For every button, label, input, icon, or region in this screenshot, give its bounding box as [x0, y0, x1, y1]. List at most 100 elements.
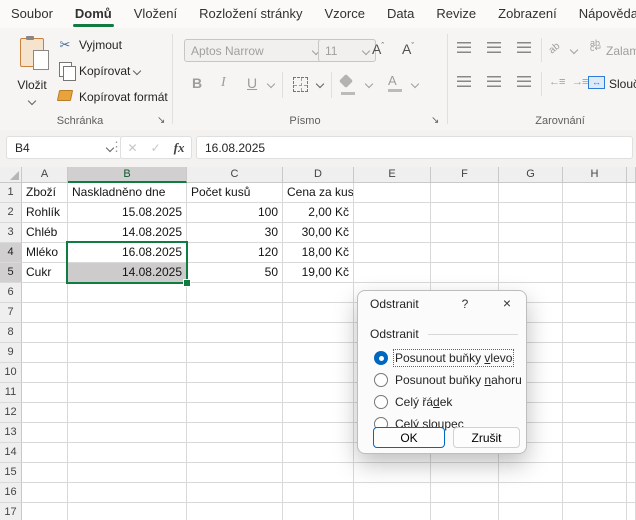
cell-B17[interactable]	[68, 503, 187, 520]
cell-H3[interactable]	[563, 223, 627, 243]
formula-input[interactable]: 16.08.2025	[196, 136, 633, 159]
orientation-icon[interactable]: ab	[547, 41, 563, 57]
cell-C14[interactable]	[187, 443, 283, 463]
menu-tab-vzorce[interactable]: Vzorce	[313, 0, 375, 28]
cell-H16[interactable]	[563, 483, 627, 503]
cell-X10[interactable]	[627, 363, 636, 383]
cell-F1[interactable]	[431, 183, 499, 203]
cell-C2[interactable]: 100	[187, 203, 283, 223]
row-header-10[interactable]: 10	[0, 363, 22, 383]
cell-F5[interactable]	[431, 263, 499, 283]
shrink-font-button[interactable]: Aˇ	[402, 41, 414, 57]
cell-D17[interactable]	[283, 503, 354, 520]
name-box[interactable]: B4	[6, 136, 122, 159]
cell-X11[interactable]	[627, 383, 636, 403]
cell-X2[interactable]	[627, 203, 636, 223]
menu-tab-nápověda[interactable]: Nápověda	[568, 0, 636, 28]
cell-B4[interactable]: 16.08.2025	[68, 243, 187, 263]
col-header-F[interactable]: F	[431, 167, 499, 183]
cell-G3[interactable]	[499, 223, 563, 243]
row-header-1[interactable]: 1	[0, 183, 22, 203]
cell-G2[interactable]	[499, 203, 563, 223]
underline-chevron-icon[interactable]	[266, 79, 276, 89]
cell-E3[interactable]	[354, 223, 431, 243]
menu-tab-revize[interactable]: Revize	[425, 0, 487, 28]
cell-E15[interactable]	[354, 463, 431, 483]
cell-B13[interactable]	[68, 423, 187, 443]
cell-C5[interactable]: 50	[187, 263, 283, 283]
cell-C8[interactable]	[187, 323, 283, 343]
col-header-E[interactable]: E	[354, 167, 431, 183]
cell-B7[interactable]	[68, 303, 187, 323]
menu-tab-zobrazení[interactable]: Zobrazení	[487, 0, 568, 28]
cell-D2[interactable]: 2,00 Kč	[283, 203, 354, 223]
cell-X6[interactable]	[627, 283, 636, 303]
cell-C9[interactable]	[187, 343, 283, 363]
cell-X8[interactable]	[627, 323, 636, 343]
cell-D9[interactable]	[283, 343, 354, 363]
cell-X13[interactable]	[627, 423, 636, 443]
cell-A10[interactable]	[22, 363, 68, 383]
col-header-D[interactable]: D	[283, 167, 354, 183]
borders-icon[interactable]	[293, 77, 308, 92]
cell-C7[interactable]	[187, 303, 283, 323]
borders-chevron-icon[interactable]	[315, 79, 325, 89]
cell-F17[interactable]	[431, 503, 499, 520]
row-header-14[interactable]: 14	[0, 443, 22, 463]
grow-font-button[interactable]: Aˆ	[372, 41, 384, 57]
underline-button[interactable]: U	[247, 75, 257, 91]
cell-X15[interactable]	[627, 463, 636, 483]
merge-center-icon[interactable]: ↔	[588, 76, 605, 89]
cell-D15[interactable]	[283, 463, 354, 483]
enter-icon[interactable]: ✓	[151, 141, 161, 155]
row-header-16[interactable]: 16	[0, 483, 22, 503]
cell-B3[interactable]: 14.08.2025	[68, 223, 187, 243]
cell-X5[interactable]	[627, 263, 636, 283]
cell-C3[interactable]: 30	[187, 223, 283, 243]
cell-D3[interactable]: 30,00 Kč	[283, 223, 354, 243]
cell-B11[interactable]	[68, 383, 187, 403]
cell-H4[interactable]	[563, 243, 627, 263]
cell-D7[interactable]	[283, 303, 354, 323]
cell-B8[interactable]	[68, 323, 187, 343]
cell-A7[interactable]	[22, 303, 68, 323]
cell-D16[interactable]	[283, 483, 354, 503]
radio-selected-icon[interactable]	[374, 351, 388, 365]
align-middle-icon[interactable]	[487, 42, 501, 53]
fill-color-chevron-icon[interactable]	[364, 79, 374, 89]
cell-D14[interactable]	[283, 443, 354, 463]
cell-B6[interactable]	[68, 283, 187, 303]
cell-D11[interactable]	[283, 383, 354, 403]
cell-E5[interactable]	[354, 263, 431, 283]
cell-X7[interactable]	[627, 303, 636, 323]
row-header-5[interactable]: 5	[0, 263, 22, 283]
row-header-7[interactable]: 7	[0, 303, 22, 323]
radio-option-shift-cells-left[interactable]: Posunout buňky vlevo	[374, 349, 520, 367]
cell-A6[interactable]	[22, 283, 68, 303]
cell-A13[interactable]	[22, 423, 68, 443]
row-header-9[interactable]: 9	[0, 343, 22, 363]
cell-A5[interactable]: Cukr	[22, 263, 68, 283]
dialog-help-button[interactable]: ?	[456, 295, 474, 313]
cell-C4[interactable]: 120	[187, 243, 283, 263]
row-header-8[interactable]: 8	[0, 323, 22, 343]
align-center-icon[interactable]	[487, 76, 501, 87]
radio-option-shift-cells-up[interactable]: Posunout buňky nahoru	[374, 371, 522, 389]
align-right-icon[interactable]	[517, 76, 531, 87]
cell-H10[interactable]	[563, 363, 627, 383]
align-left-icon[interactable]	[457, 76, 471, 87]
cell-C11[interactable]	[187, 383, 283, 403]
cell-H13[interactable]	[563, 423, 627, 443]
row-header-15[interactable]: 15	[0, 463, 22, 483]
cell-H7[interactable]	[563, 303, 627, 323]
cell-B2[interactable]: 15.08.2025	[68, 203, 187, 223]
font-color-button[interactable]: A	[388, 73, 402, 92]
cell-G15[interactable]	[499, 463, 563, 483]
cell-D1[interactable]: Cena za kus	[283, 183, 354, 203]
select-all-corner[interactable]	[0, 167, 22, 183]
cell-X4[interactable]	[627, 243, 636, 263]
cell-A16[interactable]	[22, 483, 68, 503]
col-header-C[interactable]: C	[187, 167, 283, 183]
cell-H12[interactable]	[563, 403, 627, 423]
cell-C6[interactable]	[187, 283, 283, 303]
